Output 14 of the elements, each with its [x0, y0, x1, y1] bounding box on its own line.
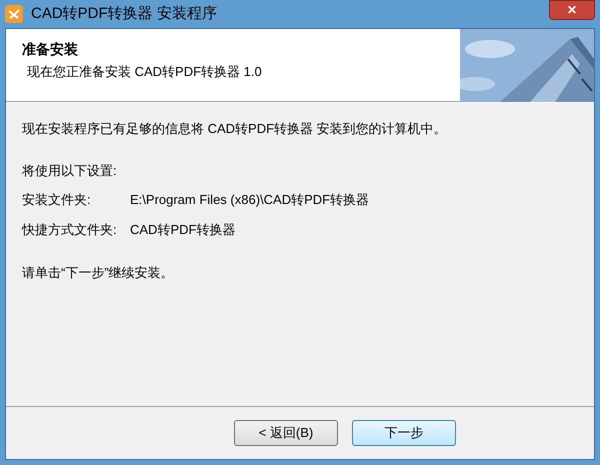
header-subtitle: 现在您正准备安装 CAD转PDF转换器 1.0 [26, 63, 262, 81]
setting-value: CAD转PDF转换器 [130, 220, 236, 238]
intro-text: 现在安装程序已有足够的信息将 CAD转PDF转换器 安装到您的计算机中。 [22, 120, 448, 138]
app-icon [5, 5, 23, 23]
setting-label: 快捷方式文件夹: [22, 220, 118, 238]
setting-value: E:\Program Files (x86)\CAD转PDF转换器 [130, 191, 370, 209]
next-button[interactable]: 下一步 [352, 420, 456, 446]
setting-label: 安装文件夹: [22, 191, 92, 209]
window-title: CAD转PDF转换器 安装程序 [31, 4, 217, 24]
instruction-text: 请单击“下一步”继续安装。 [22, 264, 175, 282]
close-button[interactable]: ✕ [549, 0, 595, 20]
header-title: 准备安装 [22, 40, 79, 59]
back-button[interactable]: < 返回(B) [234, 420, 338, 446]
settings-heading: 将使用以下设置: [22, 162, 118, 180]
